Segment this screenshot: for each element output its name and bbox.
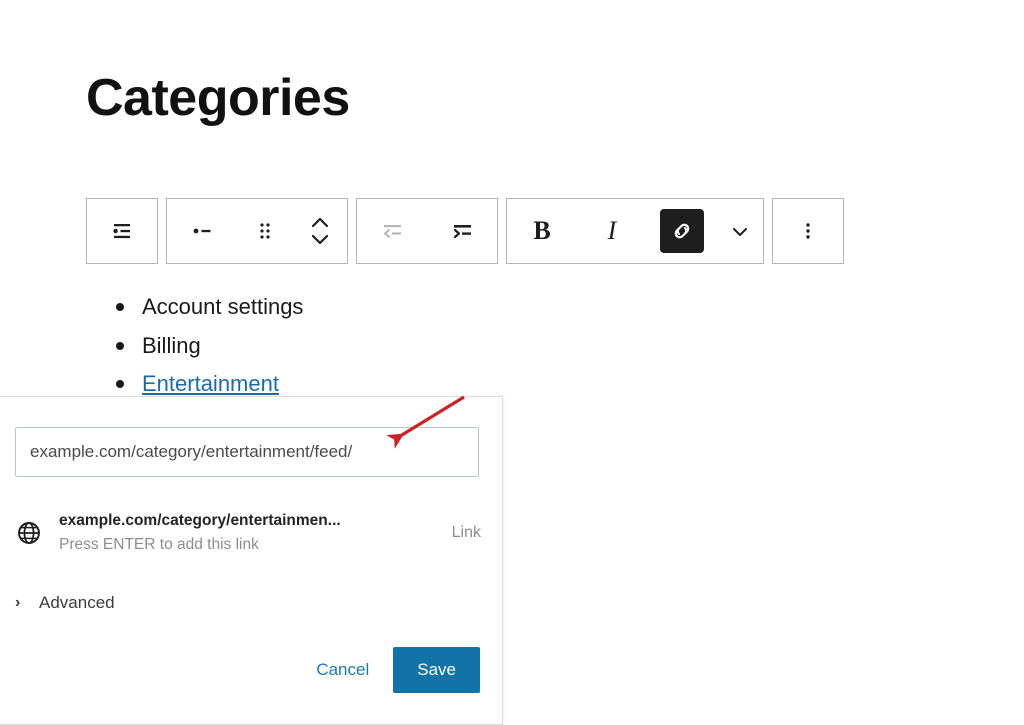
drag-handle-icon: [255, 217, 275, 245]
popover-actions: Cancel Save: [306, 647, 480, 693]
list-item-label: Billing: [142, 332, 201, 358]
list-block-icon: [108, 217, 136, 245]
save-button[interactable]: Save: [393, 647, 480, 693]
chevron-up-down-icon: [307, 211, 333, 251]
link-suggestion-text: example.com/category/entertainmen... Pre…: [51, 510, 452, 557]
globe-icon: [7, 520, 51, 546]
outdent-icon: [377, 217, 407, 245]
page-title: Categories: [86, 69, 350, 127]
link-suggestion-title: example.com/category/entertainmen...: [59, 511, 341, 529]
link-popover: example.com/category/entertainmen... Pre…: [0, 396, 503, 725]
advanced-toggle[interactable]: › Advanced: [15, 593, 115, 613]
link-suggestion-hint: Press ENTER to add this link: [59, 536, 259, 553]
toolbar-group-indentation: [356, 198, 498, 264]
more-formatting-button[interactable]: [717, 199, 763, 263]
toolbar-group-formatting: B I: [506, 198, 764, 264]
chevron-right-icon: ›: [15, 594, 21, 611]
advanced-label: Advanced: [39, 593, 115, 612]
toolbar-group-options: [772, 198, 844, 264]
italic-button[interactable]: I: [577, 199, 647, 263]
more-vertical-icon: [798, 217, 818, 245]
bold-button[interactable]: B: [507, 199, 577, 263]
toolbar-group-block-type: [86, 198, 158, 264]
bulleted-list-icon: [188, 217, 216, 245]
drag-handle-button[interactable]: [237, 199, 292, 263]
more-options-button[interactable]: [773, 199, 843, 263]
block-type-list-button[interactable]: [87, 199, 157, 263]
indent-icon: [447, 217, 477, 245]
category-list: Account settings Billing Entertainment: [86, 288, 303, 404]
link-icon: [660, 209, 704, 253]
link-suggestion-item[interactable]: example.com/category/entertainmen... Pre…: [7, 502, 491, 564]
bold-icon: B: [533, 216, 551, 245]
indent-button[interactable]: [427, 199, 497, 263]
list-item-label: Account settings: [142, 294, 304, 319]
block-toolbar: B I: [86, 198, 844, 264]
list-item[interactable]: Account settings: [115, 288, 304, 327]
link-button[interactable]: [647, 199, 717, 263]
list-item-link[interactable]: Entertainment: [142, 371, 279, 396]
list-item[interactable]: Billing: [115, 327, 303, 366]
move-up-down-button[interactable]: [292, 199, 347, 263]
link-url-input[interactable]: [15, 427, 479, 477]
link-suggestion-kind: Link: [451, 524, 481, 541]
cancel-button[interactable]: Cancel: [306, 652, 379, 688]
toolbar-group-block-controls: [166, 198, 348, 264]
italic-icon: I: [607, 216, 617, 245]
list-style-button[interactable]: [167, 199, 237, 263]
chevron-down-icon: [728, 219, 752, 243]
outdent-button[interactable]: [357, 199, 427, 263]
